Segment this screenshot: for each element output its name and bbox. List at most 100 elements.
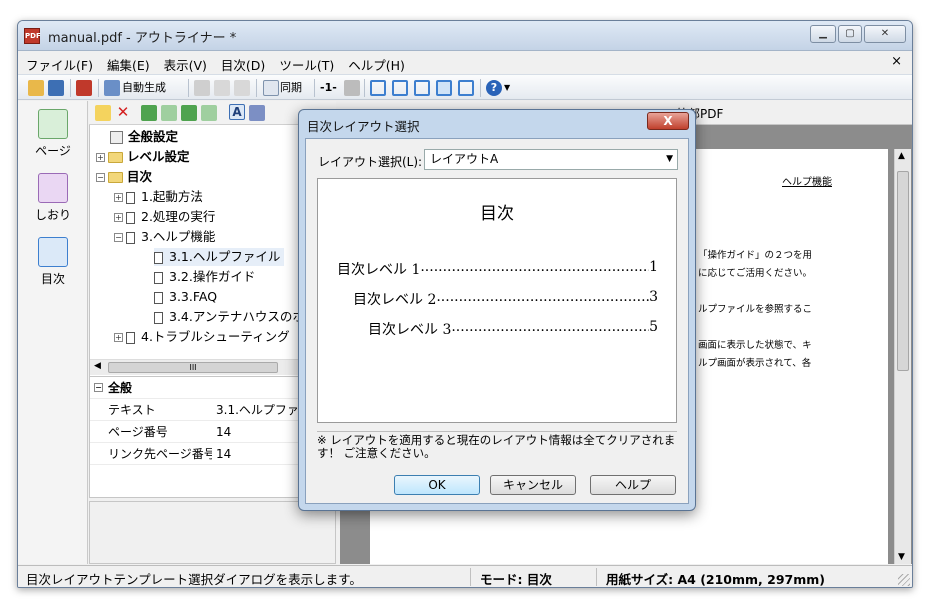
paste-icon[interactable] (234, 80, 250, 96)
layout-right-icon[interactable] (436, 80, 452, 96)
cancel-button[interactable]: キャンセル (490, 475, 576, 495)
help-icon[interactable]: ? (486, 80, 502, 96)
minimize-button[interactable]: ▁ (810, 25, 836, 43)
menu-view[interactable]: 表示(V) (156, 52, 213, 74)
page-icon (154, 251, 163, 264)
status-paper-size: 用紙サイズ: A4 (210mm, 297mm) (606, 572, 826, 587)
cut-icon[interactable] (194, 80, 210, 96)
app-icon: PDF (24, 28, 41, 44)
nav-toc-button[interactable]: 目次 (18, 237, 88, 287)
style-icon[interactable] (249, 105, 265, 121)
close-window-button[interactable]: ✕ (864, 25, 906, 43)
page-icon (126, 331, 135, 344)
auto-generate-button[interactable]: 自動生成 (122, 79, 166, 97)
folder-icon (108, 152, 123, 163)
tree-item-2[interactable]: +2.処理の実行 (114, 208, 215, 226)
scroll-left-icon[interactable]: ◀ (94, 361, 101, 371)
nav-page-button[interactable]: ページ (18, 109, 88, 159)
layout-left-icon[interactable] (414, 80, 430, 96)
dialog-close-button[interactable]: X (647, 112, 689, 130)
scroll-thumb[interactable] (897, 171, 909, 371)
pen-icon[interactable] (344, 80, 360, 96)
sync-icon[interactable] (263, 80, 279, 96)
ok-button[interactable]: OK (394, 475, 480, 495)
sync-button[interactable]: 同期 (280, 79, 302, 97)
preview-title: 目次 (480, 204, 514, 224)
open-icon[interactable] (28, 80, 44, 96)
level-button[interactable]: -1- (320, 79, 337, 97)
layout-double-icon[interactable] (392, 80, 408, 96)
scroll-down-icon[interactable]: ▼ (898, 552, 905, 562)
tree-item-1[interactable]: +1.起動方法 (114, 188, 203, 206)
page-header-text: ヘルプ機能 (782, 177, 832, 188)
tree-item-3-2[interactable]: 3.2.操作ガイド (154, 268, 255, 286)
menu-file[interactable]: ファイル(F) (18, 52, 99, 74)
description-panel (89, 501, 336, 564)
auto-generate-icon[interactable] (104, 80, 120, 96)
copy-icon[interactable] (214, 80, 230, 96)
title-bar: PDF manual.pdf - アウトライナー * ▁ ▢ ✕ (18, 21, 912, 51)
maximize-button[interactable]: ▢ (838, 25, 862, 43)
pdf-icon[interactable] (76, 80, 92, 96)
help-dropdown-icon[interactable]: ▼ (504, 79, 510, 97)
chevron-down-icon: ▼ (666, 154, 673, 164)
menu-help[interactable]: ヘルプ(H) (340, 52, 411, 74)
page-icon (154, 291, 163, 304)
move-up-icon[interactable] (161, 105, 177, 121)
layout-single-icon[interactable] (370, 80, 386, 96)
dialog-title: 目次レイアウト選択 (307, 119, 420, 134)
preview-line-1: 目次レベル 1.................................… (337, 259, 658, 278)
menu-edit[interactable]: 編集(E) (99, 52, 156, 74)
move-left-icon[interactable] (141, 105, 157, 121)
page-icon (126, 231, 135, 244)
expand-icon[interactable]: + (114, 193, 123, 202)
scroll-thumb[interactable]: III (108, 362, 278, 373)
collapse-icon[interactable]: − (94, 383, 103, 392)
tree-general-settings[interactable]: 全般設定 (110, 128, 178, 146)
layout-select-label: レイアウト選択(L): (318, 155, 423, 169)
nav-bookmark-button[interactable]: しおり (18, 173, 88, 223)
page-body-text: 「操作ガイド」の２つを用 に応じてご活用ください。 ルプファイルを参照するこ 画… (698, 250, 813, 369)
tree-toc-root[interactable]: − 目次 (96, 168, 152, 186)
move-right-icon[interactable] (201, 105, 217, 121)
menu-tools[interactable]: ツール(T) (271, 52, 340, 74)
tree-item-3-3[interactable]: 3.3.FAQ (154, 288, 217, 306)
folder-open-icon (108, 172, 123, 183)
nav-page-label: ページ (35, 144, 71, 158)
expand-icon[interactable]: + (96, 153, 105, 162)
scroll-up-icon[interactable]: ▲ (898, 151, 905, 161)
collapse-icon[interactable]: − (114, 233, 123, 242)
tree-item-3-1-selected[interactable]: 3.1.ヘルプファイル (154, 248, 285, 266)
viewer-vertical-scrollbar[interactable]: ▲ ▼ (894, 149, 911, 564)
dialog-body: レイアウト選択(L): レイアウトA ▼ 目次 目次レベル 1..........… (305, 138, 689, 504)
preview-line-3: 目次レベル 3.................................… (368, 319, 658, 338)
preview-line-2: 目次レベル 2.................................… (353, 289, 658, 308)
collapse-icon[interactable]: − (96, 173, 105, 182)
layout-wide-icon[interactable] (458, 80, 474, 96)
navigation-pane: ページ しおり 目次 (18, 101, 88, 564)
mdi-close-button[interactable]: × (891, 54, 902, 69)
bookmark-icon (38, 173, 68, 203)
page-icon (126, 211, 135, 224)
delete-icon[interactable]: ✕ (115, 105, 131, 121)
expand-icon[interactable]: + (114, 213, 123, 222)
status-bar: 目次レイアウトテンプレート選択ダイアログを表示します。 モード: 目次 用紙サイ… (18, 565, 912, 587)
page-icon (154, 311, 163, 324)
tree-item-3[interactable]: −3.ヘルプ機能 (114, 228, 215, 246)
main-toolbar: 自動生成 同期 -1- ? ▼ (18, 74, 912, 100)
pages-icon (38, 109, 68, 139)
resize-grip[interactable] (898, 574, 910, 586)
help-button[interactable]: ヘルプ (590, 475, 676, 495)
move-down-icon[interactable] (181, 105, 197, 121)
expand-icon[interactable]: + (114, 333, 123, 342)
page-icon (154, 271, 163, 284)
tree-level-settings[interactable]: + レベル設定 (96, 148, 190, 166)
menu-toc[interactable]: 目次(D) (213, 52, 271, 74)
font-icon[interactable]: A (229, 104, 245, 120)
new-item-icon[interactable] (95, 105, 111, 121)
window-title: manual.pdf - アウトライナー * (48, 31, 237, 46)
settings-doc-icon (110, 131, 123, 144)
toc-layout-dialog: 目次レイアウト選択 X レイアウト選択(L): レイアウトA ▼ 目次 目次レベル… (298, 109, 696, 511)
save-icon[interactable] (48, 80, 64, 96)
layout-select[interactable]: レイアウトA ▼ (424, 149, 678, 170)
